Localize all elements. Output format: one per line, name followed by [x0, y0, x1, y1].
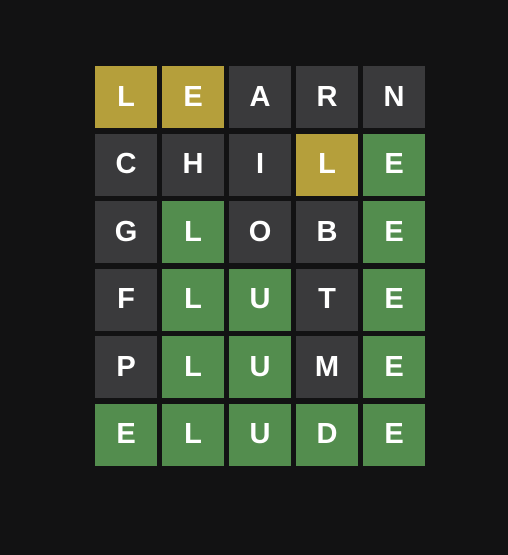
- tile-r6-c3: U: [229, 403, 291, 466]
- tile-r4-c2: L: [162, 268, 224, 331]
- tile-r4-c5: E: [363, 268, 425, 331]
- tile-r5-c5: E: [363, 336, 425, 399]
- tile-r6-c1: E: [95, 403, 157, 466]
- tile-r5-c2: L: [162, 336, 224, 399]
- tile-r6-c2: L: [162, 403, 224, 466]
- tile-r6-c4: D: [296, 403, 358, 466]
- tile-r3-c1: G: [95, 201, 157, 264]
- tile-r2-c1: C: [95, 133, 157, 196]
- tile-r2-c5: E: [363, 133, 425, 196]
- tile-r3-c3: O: [229, 201, 291, 264]
- tile-r5-c1: P: [95, 336, 157, 399]
- tile-r1-c4: R: [296, 66, 358, 128]
- tile-r4-c3: U: [229, 268, 291, 331]
- tile-r3-c2: L: [162, 201, 224, 264]
- game-board: L E A R N C H I L E G L O B E F L U T E …: [95, 66, 425, 466]
- tile-r4-c1: F: [95, 268, 157, 331]
- tile-r2-c4: L: [296, 133, 358, 196]
- tile-r1-c5: N: [363, 66, 425, 128]
- tile-r1-c2: E: [162, 66, 224, 128]
- tile-r1-c1: L: [95, 66, 157, 128]
- tile-r2-c3: I: [229, 133, 291, 196]
- tile-r6-c5: E: [363, 403, 425, 466]
- tile-r5-c4: M: [296, 336, 358, 399]
- tile-r2-c2: H: [162, 133, 224, 196]
- tile-r1-c3: A: [229, 66, 291, 128]
- tile-r3-c4: B: [296, 201, 358, 264]
- tile-r4-c4: T: [296, 268, 358, 331]
- tile-r5-c3: U: [229, 336, 291, 399]
- tile-r3-c5: E: [363, 201, 425, 264]
